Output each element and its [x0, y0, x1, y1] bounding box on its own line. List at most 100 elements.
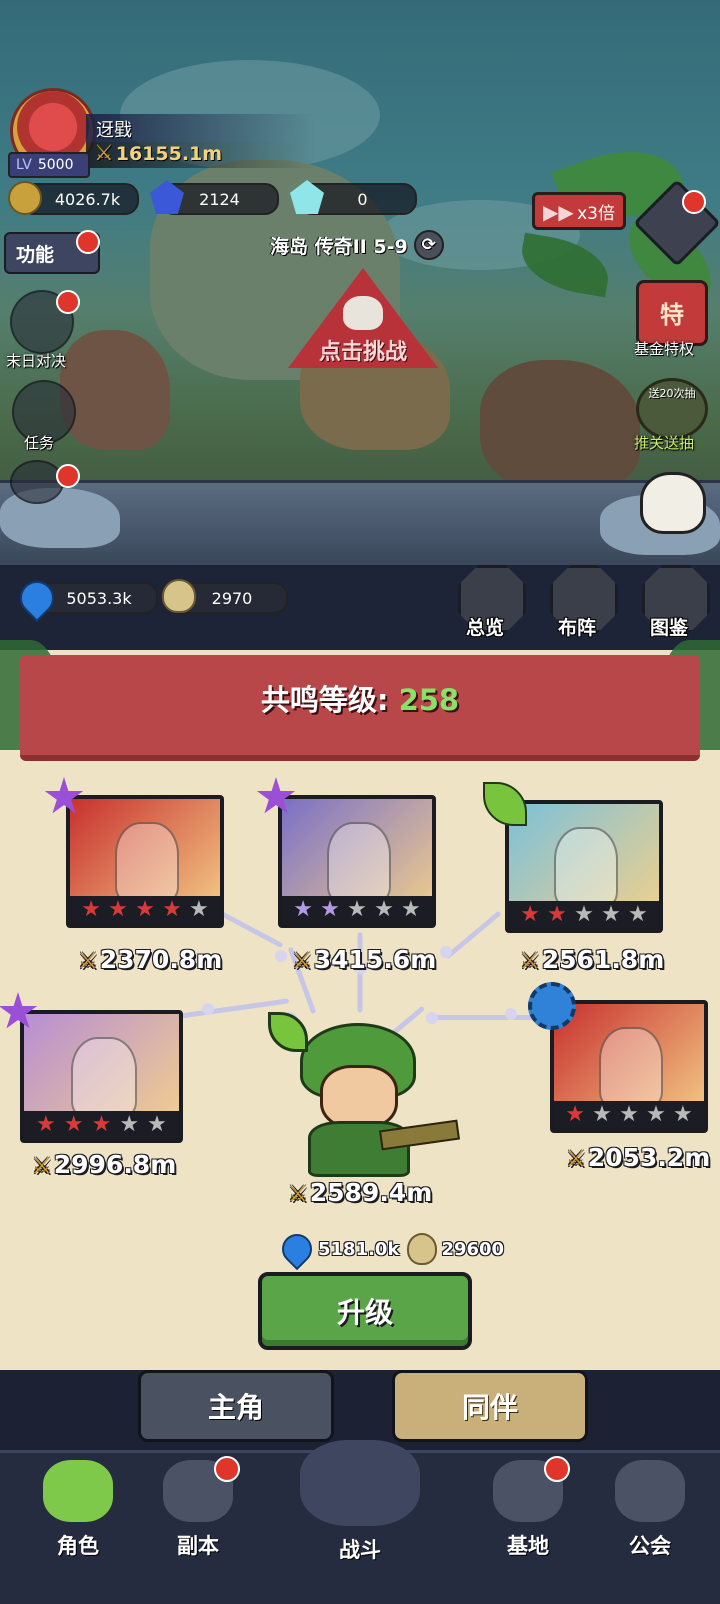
- nav-label: 公会: [629, 1534, 671, 1558]
- character-icon: [43, 1460, 113, 1522]
- hero-power: ⚔3415.6m: [292, 945, 436, 974]
- star-filled-icon: ★: [81, 897, 101, 922]
- star-empty-icon: ★: [147, 1112, 167, 1137]
- power-icon: ⚔: [32, 1154, 52, 1179]
- blue-gear-icon: [528, 982, 576, 1030]
- power-icon: ⚔: [292, 949, 312, 974]
- hero-card[interactable]: ★ ★ ★ ★ ★: [550, 1000, 708, 1133]
- nav-label: 角色: [57, 1534, 99, 1558]
- hero-card[interactable]: ★ ★ ★ ★ ★: [20, 1010, 183, 1143]
- star-filled-icon: ★: [320, 897, 340, 922]
- function-label: 功能: [16, 244, 55, 266]
- hero-stars: ★ ★ ★ ★ ★: [24, 1111, 179, 1139]
- nav-items: 角色 副本 战斗 基地 公会: [0, 1440, 720, 1601]
- formation-label: 布阵: [558, 617, 597, 639]
- hero-power: ⚔2370.8m: [78, 945, 222, 974]
- hero-stars: ★ ★ ★ ★ ★: [70, 896, 220, 924]
- star-filled-icon: ★: [162, 897, 182, 922]
- branch-node: [505, 1008, 517, 1020]
- hero-portrait: [327, 821, 391, 903]
- hidden-side-button[interactable]: [10, 460, 64, 504]
- nav-badge: [544, 1456, 570, 1482]
- star-empty-icon: ★: [189, 897, 209, 922]
- gold-value: 4026.7k: [54, 189, 121, 209]
- hero-power: ⚔2053.2m: [566, 1143, 710, 1172]
- star-empty-icon: ★: [119, 1112, 140, 1137]
- essence-value: 5053.3k: [66, 588, 132, 608]
- tab-main-character[interactable]: 主角: [138, 1370, 334, 1442]
- seed-icon: [407, 1233, 438, 1265]
- star-filled-icon: ★: [520, 902, 540, 927]
- diamond-value: 0: [357, 189, 368, 209]
- nav-guild[interactable]: 公会: [600, 1460, 700, 1560]
- stage-text: 海岛 传奇II 5-9: [270, 235, 408, 258]
- draw-reward-label: 推关送抽: [634, 434, 695, 452]
- devil-skull-icon: [343, 296, 383, 330]
- resonance-value: 258: [398, 683, 460, 717]
- hero-card[interactable]: ★ ★ ★ ★ ★: [278, 795, 436, 928]
- star-empty-icon: ★: [374, 897, 394, 922]
- star-filled-icon: ★: [547, 902, 567, 927]
- nav-cannon[interactable]: 副本: [148, 1456, 248, 1560]
- resonance-text: 共鸣等级: 258: [20, 677, 700, 719]
- hero-card[interactable]: ★ ★ ★ ★ ★: [66, 795, 224, 928]
- star-empty-icon: ★: [646, 1102, 666, 1127]
- hero-card[interactable]: ★ ★ ★ ★ ★: [505, 800, 663, 933]
- shipwreck: [480, 360, 640, 490]
- upgrade-button[interactable]: 升级: [258, 1272, 472, 1350]
- challenge-button[interactable]: 点击挑战: [288, 268, 438, 368]
- resonance-banner: 共鸣等级: 258: [20, 655, 700, 761]
- hero-portrait: [599, 1026, 663, 1108]
- doomsday-label: 末日对决: [6, 352, 67, 370]
- level-badge: LV 5000: [8, 152, 90, 178]
- player-power-value: 16155.1m: [115, 143, 223, 165]
- blue-gem-value: 2124: [199, 189, 240, 209]
- skull-icon: [640, 472, 706, 534]
- upgrade-essence-cost: 5181.0k: [318, 1238, 400, 1260]
- upgrade-label: 升级: [336, 1296, 393, 1329]
- speed-label: x3倍: [577, 203, 615, 224]
- water-drop-icon: [275, 1227, 319, 1271]
- speed-button[interactable]: ▶▶ x3倍: [532, 192, 626, 230]
- resource-bar: 5053.3k 2970 总览 布阵 图鉴: [0, 565, 720, 650]
- branch-node: [202, 1003, 214, 1015]
- nav-crossed-swords[interactable]: 战斗: [290, 1440, 430, 1564]
- star-filled-icon: ★: [91, 1112, 112, 1137]
- hero-stars: ★ ★ ★ ★ ★: [282, 896, 432, 924]
- power-icon: ⚔: [94, 141, 114, 166]
- fund-badge-text: 特: [660, 301, 684, 329]
- power-icon: ⚔: [288, 1182, 308, 1207]
- hero-portrait: [115, 821, 179, 903]
- function-badge: [76, 230, 100, 254]
- nav-base[interactable]: 基地: [478, 1456, 578, 1560]
- seed-value: 2970: [211, 588, 253, 608]
- star-empty-icon: ★: [592, 1102, 612, 1127]
- battle-scene: 迓戥 ⚔ 16155.1m LV 5000 4026.7k 2124 0 ▶▶ x…: [0, 0, 720, 565]
- stage-label[interactable]: 海岛 传奇II 5-9 ⟳: [270, 230, 444, 260]
- draw-reward-button[interactable]: 送20次抽: [636, 378, 708, 440]
- branch-node: [440, 946, 452, 958]
- challenge-label: 点击挑战: [318, 340, 407, 365]
- star-filled-icon: ★: [135, 897, 155, 922]
- nav-label: 战斗: [339, 1538, 381, 1562]
- star-empty-icon: ★: [401, 897, 421, 922]
- overview-label: 总览: [466, 617, 505, 639]
- upgrade-seed-cost: 29600: [441, 1238, 505, 1260]
- nav-label: 副本: [177, 1534, 219, 1558]
- crossed-swords-icon: [300, 1440, 420, 1526]
- hero-portrait: [554, 826, 618, 908]
- nav-label: 基地: [507, 1534, 549, 1558]
- level-label: LV: [16, 157, 32, 173]
- player-name: 迓戥: [96, 120, 132, 141]
- hero-power-value: 2996.8m: [53, 1150, 177, 1179]
- gold-coin-icon: [8, 181, 42, 215]
- tab-companion-label: 同伴: [461, 1391, 518, 1424]
- hero-power-value: 2370.8m: [99, 945, 223, 974]
- tab-companion[interactable]: 同伴: [392, 1370, 588, 1442]
- draw-badge-text: 送20次抽: [648, 387, 696, 400]
- fund-privilege-button[interactable]: 特: [636, 280, 708, 346]
- star-empty-icon: ★: [601, 902, 621, 927]
- nav-character[interactable]: 角色: [28, 1460, 128, 1560]
- power-icon: ⚔: [78, 949, 98, 974]
- main-hero-face: [320, 1065, 398, 1129]
